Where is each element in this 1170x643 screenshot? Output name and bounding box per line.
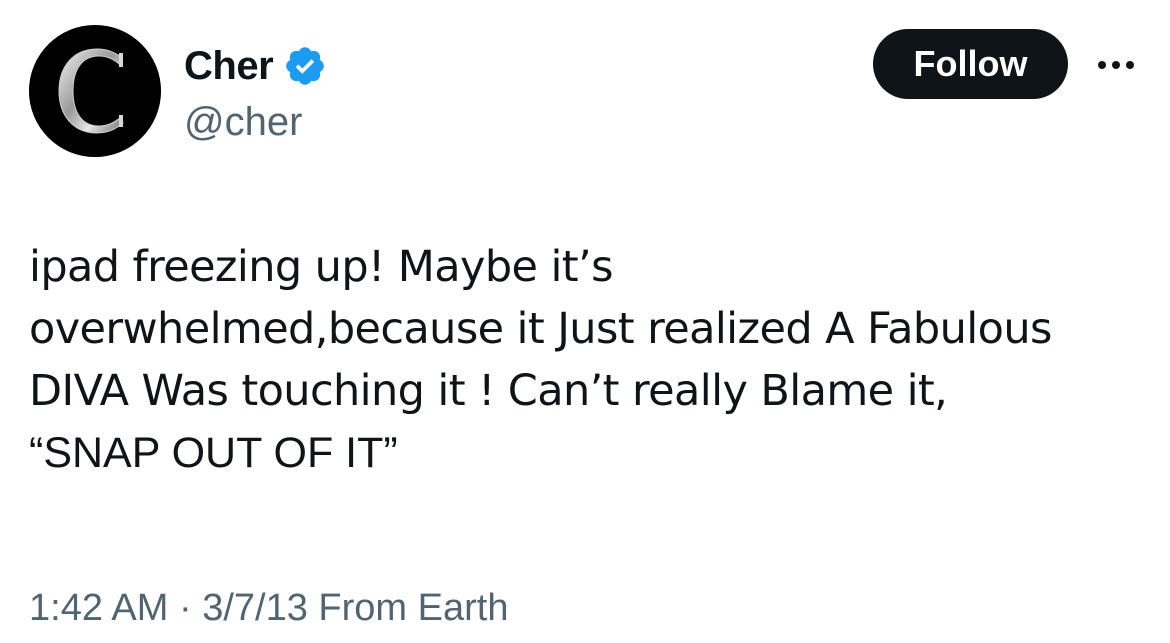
tweet-time[interactable]: 1:42 AM <box>29 587 168 629</box>
tweet-text-line: overwhelmed,because it Just realized A F… <box>29 304 1052 354</box>
tweet-text-line: “SNAP OUT OF IT” <box>29 429 398 477</box>
tweet-source: From Earth <box>307 587 509 629</box>
avatar-logo-icon <box>29 25 161 157</box>
more-options-button[interactable] <box>1088 45 1144 85</box>
meta-separator: · <box>168 587 203 629</box>
display-name[interactable]: Cher <box>184 42 274 90</box>
verified-badge-icon <box>283 44 327 88</box>
tweet-text: ipad freezing up! Maybe it’s overwhelmed… <box>29 236 1149 484</box>
tweet-text-line: ipad freezing up! Maybe it’s <box>29 242 614 292</box>
tweet-meta: 1:42 AM · 3/7/13 From Earth <box>29 584 508 632</box>
author-handle[interactable]: @cher <box>184 98 302 146</box>
author-name-row[interactable]: Cher <box>184 42 327 90</box>
tweet-date[interactable]: 3/7/13 <box>202 587 308 629</box>
follow-button[interactable]: Follow <box>873 29 1068 99</box>
more-options-icon <box>1098 61 1134 69</box>
tweet-text-line: DIVA Was touching it ! Can’t really Blam… <box>29 366 948 416</box>
tweet-card: Cher @cher Follow ipad freezing up! Mayb… <box>0 0 1170 643</box>
avatar[interactable] <box>29 25 161 157</box>
